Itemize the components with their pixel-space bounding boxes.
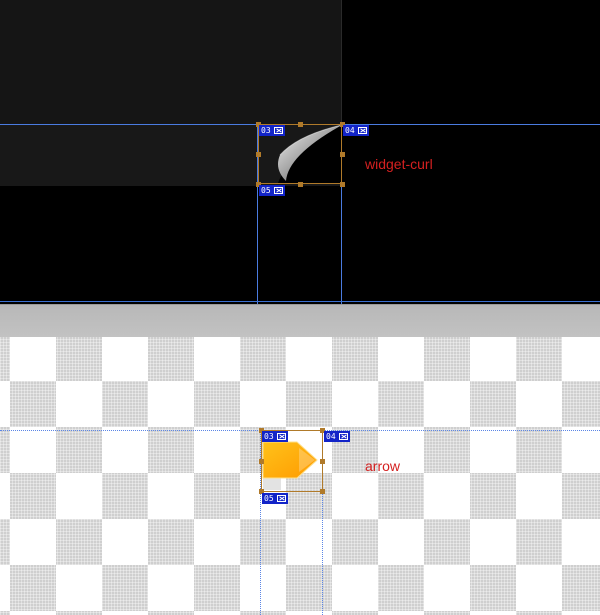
slice-number: 03	[264, 432, 274, 441]
slice-tag[interactable]: 03	[259, 125, 285, 136]
slice-tag[interactable]: 03	[262, 431, 288, 442]
slice-tag-icon	[357, 127, 367, 134]
resize-handle[interactable]	[298, 182, 303, 187]
resize-handle[interactable]	[298, 122, 303, 127]
resize-handle[interactable]	[259, 459, 264, 464]
slice-label-arrow: arrow	[365, 458, 401, 474]
resize-handle[interactable]	[340, 152, 345, 157]
resize-handle[interactable]	[320, 489, 325, 494]
top-canvas-panel: 03 04 05 widget-curl	[0, 0, 600, 304]
guide-horizontal-bottom	[0, 301, 600, 302]
slice-tag[interactable]: 04	[343, 125, 369, 136]
slice-tag[interactable]: 05	[262, 493, 288, 504]
slice-tag[interactable]: 05	[259, 185, 285, 196]
slice-tag-icon	[273, 187, 283, 194]
bottom-canvas-panel: 03 04 05 arrow	[0, 337, 600, 615]
slice-number: 05	[261, 186, 271, 195]
slice-tag-icon	[276, 433, 286, 440]
slice-tag[interactable]: 04	[324, 431, 350, 442]
slice-number: 05	[264, 494, 274, 503]
slice-label-widget-curl: widget-curl	[365, 156, 433, 172]
resize-handle[interactable]	[320, 459, 325, 464]
resize-handle[interactable]	[340, 182, 345, 187]
slice-number: 04	[345, 126, 355, 135]
resize-handle[interactable]	[256, 152, 261, 157]
slice-tag-icon	[273, 127, 283, 134]
slice-tag-icon	[338, 433, 348, 440]
slice-number: 04	[326, 432, 336, 441]
panel-separator	[0, 304, 600, 337]
slice-tag-icon	[276, 495, 286, 502]
slice-number: 03	[261, 126, 271, 135]
